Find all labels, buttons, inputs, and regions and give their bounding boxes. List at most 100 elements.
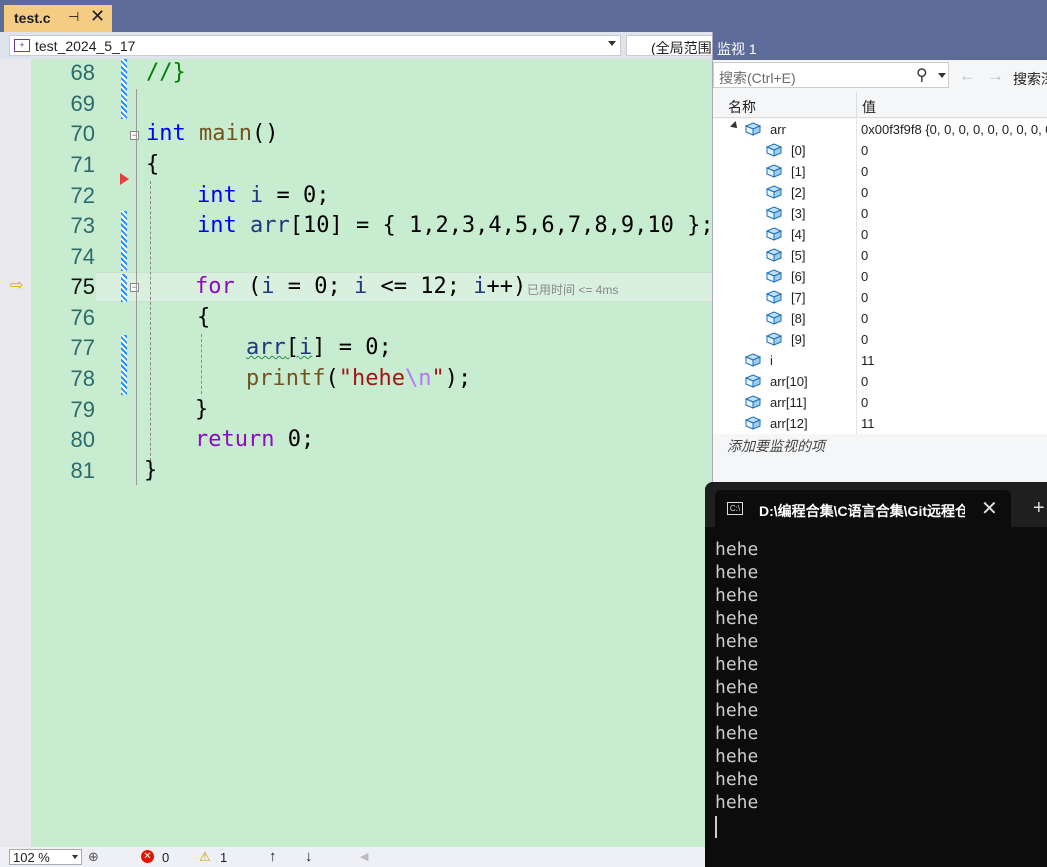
watch-row[interactable]: [1] 0 bbox=[713, 161, 1047, 182]
line-number: 77 bbox=[70, 335, 95, 360]
next-issue-icon[interactable]: ↓ bbox=[305, 848, 313, 865]
code-line-71[interactable]: { bbox=[146, 152, 159, 177]
chevron-down-icon[interactable] bbox=[938, 73, 946, 78]
watch-row-value[interactable]: 0 bbox=[861, 143, 868, 158]
variable-cube-icon bbox=[766, 332, 782, 346]
collapse-for-icon[interactable]: − bbox=[130, 283, 139, 292]
code-line-80[interactable]: return 0; bbox=[195, 427, 314, 452]
column-name-header[interactable]: 名称 bbox=[728, 97, 756, 117]
watch-row-value[interactable]: 0 bbox=[861, 227, 868, 242]
variable-cube-icon bbox=[745, 395, 761, 409]
column-value-header[interactable]: 值 bbox=[862, 97, 876, 117]
column-divider bbox=[856, 203, 857, 224]
watch-row[interactable]: [8] 0 bbox=[713, 308, 1047, 329]
watch-row-value[interactable]: 0 bbox=[861, 290, 868, 305]
watch-row[interactable]: arr[11] 0 bbox=[713, 392, 1047, 413]
watch-row-value[interactable]: 0x00f3f9f8 {0, 0, 0, 0, 0, 0, 0, 0, 0, 0… bbox=[861, 122, 1047, 137]
watch-row-value[interactable]: 0 bbox=[861, 185, 868, 200]
code-line-76[interactable]: { bbox=[197, 305, 210, 330]
watch-row[interactable]: [5] 0 bbox=[713, 245, 1047, 266]
watch-row-value[interactable]: 0 bbox=[861, 206, 868, 221]
watch-row-value[interactable]: 11 bbox=[861, 353, 875, 368]
add-watch-item[interactable]: 添加要监视的项 bbox=[727, 436, 825, 456]
code-line-72[interactable]: int i = 0; bbox=[197, 183, 329, 208]
code-editor[interactable]: ⇨ − − 68 69 70 71 72 73 74 75 76 77 78 7… bbox=[0, 59, 712, 847]
line-number: 70 bbox=[70, 121, 95, 146]
error-count[interactable]: 0 bbox=[162, 850, 169, 865]
variable: arr bbox=[246, 335, 286, 360]
code-line-78[interactable]: printf("hehe\n"); bbox=[246, 366, 471, 391]
watch-row[interactable]: arr 0x00f3f9f8 {0, 0, 0, 0, 0, 0, 0, 0, 0… bbox=[713, 119, 1047, 140]
watch-row-value[interactable]: 11 bbox=[861, 416, 875, 431]
watch-row-name: arr[12] bbox=[770, 416, 808, 431]
function-name: printf bbox=[246, 366, 326, 391]
column-divider bbox=[856, 287, 857, 308]
pin-icon[interactable]: ⊣ bbox=[68, 9, 79, 25]
search-back-icon[interactable]: ← bbox=[959, 66, 976, 86]
column-divider bbox=[856, 224, 857, 245]
watch-row-value[interactable]: 0 bbox=[861, 248, 868, 263]
console-output-line: hehe bbox=[715, 608, 759, 629]
watch-row[interactable]: i 11 bbox=[713, 350, 1047, 371]
elapsed-time-hint: 已用时间 <= 4ms bbox=[527, 283, 619, 297]
line-number: 74 bbox=[70, 244, 95, 269]
watch-row-value[interactable]: 0 bbox=[861, 164, 868, 179]
code-line-73[interactable]: int arr[10] = { 1,2,3,4,5,6,7,8,9,10 }; bbox=[197, 213, 712, 238]
watch-row-name: [0] bbox=[791, 143, 806, 158]
watch-row[interactable]: [9] 0 bbox=[713, 329, 1047, 350]
watch-row[interactable]: arr[12] 11 bbox=[713, 413, 1047, 434]
tab-test-c[interactable]: test.c ⊣ ✕ bbox=[4, 5, 112, 32]
close-icon[interactable]: ✕ bbox=[981, 496, 998, 521]
code-line-70[interactable]: int main() bbox=[146, 121, 278, 146]
watch-row[interactable]: [6] 0 bbox=[713, 266, 1047, 287]
watch-row-value[interactable]: 0 bbox=[861, 311, 868, 326]
watch-row-value[interactable]: 0 bbox=[861, 374, 868, 389]
scroll-left-icon[interactable]: ◀ bbox=[360, 850, 368, 863]
search-forward-icon[interactable]: → bbox=[987, 66, 1004, 86]
watch-row[interactable]: [7] 0 bbox=[713, 287, 1047, 308]
watch-row[interactable]: [2] 0 bbox=[713, 182, 1047, 203]
console-output-line: hehe bbox=[715, 585, 759, 606]
variable-cube-icon bbox=[745, 374, 761, 388]
watch-row-value[interactable]: 0 bbox=[861, 269, 868, 284]
code-line-75[interactable]: for (i = 0; i <= 12; i++) bbox=[195, 274, 526, 299]
watch-row[interactable]: [0] 0 bbox=[713, 140, 1047, 161]
string-literal: "hehe bbox=[338, 366, 405, 391]
code-line-81[interactable]: } bbox=[144, 458, 157, 483]
expand-arrow-icon[interactable] bbox=[730, 121, 740, 131]
previous-issue-icon[interactable]: ↑ bbox=[269, 848, 277, 865]
code-line-77[interactable]: arr[i] = 0; bbox=[246, 335, 392, 360]
console-window: C:\ D:\编程合集\C语言合集\Git远程仓库 ✕ + hehe hehe he… bbox=[705, 482, 1047, 867]
error-icon[interactable]: ✕ bbox=[141, 850, 154, 863]
search-icon[interactable]: ⚲ bbox=[916, 65, 928, 85]
variable-cube-icon bbox=[745, 416, 761, 430]
watch-row[interactable]: [3] 0 bbox=[713, 203, 1047, 224]
watch-row[interactable]: [4] 0 bbox=[713, 224, 1047, 245]
watch-title-bar[interactable]: 监视 1 bbox=[713, 32, 1047, 60]
code-line-68[interactable]: //} bbox=[146, 60, 186, 85]
watch-search-input[interactable]: 搜索(Ctrl+E) ⚲ bbox=[713, 62, 949, 88]
close-tab-icon[interactable]: ✕ bbox=[90, 6, 105, 27]
new-tab-icon[interactable]: + bbox=[1033, 497, 1045, 520]
watch-row[interactable]: arr[10] 0 bbox=[713, 371, 1047, 392]
watch-row-value[interactable]: 0 bbox=[861, 332, 868, 347]
collapse-main-icon[interactable]: − bbox=[130, 131, 139, 140]
code-health-icon[interactable]: ⊕ bbox=[88, 849, 99, 865]
variable: i bbox=[250, 183, 264, 208]
console-tab[interactable]: C:\ D:\编程合集\C语言合集\Git远程仓库 ✕ bbox=[715, 490, 1011, 527]
watch-window: 监视 1 搜索(Ctrl+E) ⚲ ← → 搜索深度 名称 值 arr 0x00f… bbox=[712, 32, 1047, 487]
warning-count[interactable]: 1 bbox=[220, 850, 227, 865]
keyword: int bbox=[197, 213, 237, 238]
project-scope-dropdown[interactable]: + test_2024_5_17 bbox=[9, 35, 621, 56]
column-divider[interactable] bbox=[856, 92, 857, 118]
watch-row-value[interactable]: 0 bbox=[861, 395, 868, 410]
global-scope-dropdown[interactable]: (全局范围) bbox=[626, 35, 726, 56]
code-text: = 0; bbox=[263, 183, 330, 208]
code-line-79[interactable]: } bbox=[195, 397, 208, 422]
keyword: for bbox=[195, 274, 235, 299]
indicator-margin[interactable] bbox=[0, 59, 31, 847]
variable-cube-icon bbox=[766, 311, 782, 325]
column-divider bbox=[856, 371, 857, 392]
zoom-dropdown[interactable]: 102 % bbox=[9, 849, 82, 865]
warning-icon[interactable]: ⚠ bbox=[199, 849, 211, 865]
